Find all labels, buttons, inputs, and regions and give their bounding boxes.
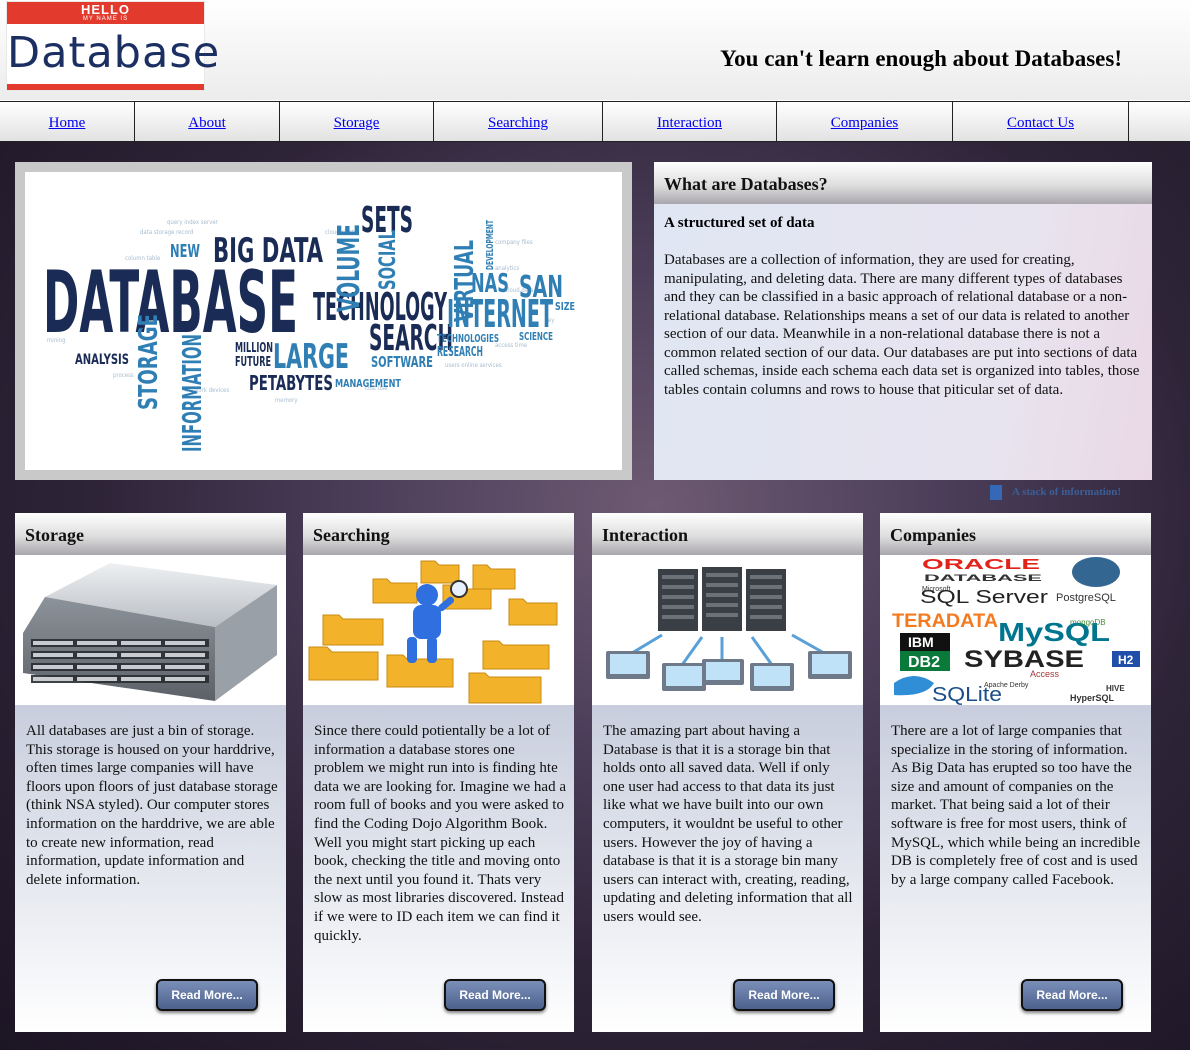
company-logos-collage: ORACLE DATABASE Microsoft SQL Server Pos… [892,556,1140,705]
logo-db2: DB2 [908,654,940,671]
hero-word-cloud-image: data storage record column table query i… [25,172,622,470]
logo-oracle-database: DATABASE [924,573,1042,583]
logo-sybase: SYBASE [964,646,1084,673]
word-cloud-graphic: data storage record column table query i… [43,200,575,452]
panel-body-text: Databases are a collection of informatio… [664,252,1140,398]
logo-mongodb: mongoDB [1070,618,1106,627]
main-nav: Home About Storage Searching Interaction… [0,101,1190,142]
logo-ibm: IBM [908,634,934,650]
word-technologies: TECHNOLOGIES [437,332,499,345]
logo-my-name-is-text: MY NAME IS [82,16,129,22]
card-body-text: All databases are just a bin of storage.… [26,723,278,888]
document-icon [990,485,1002,500]
read-more-button[interactable]: Read More... [733,979,835,1011]
card-title: Companies [880,513,1151,555]
stack-link-text: A stack of information! [1012,486,1122,499]
what-are-databases-panel: What are Databases? A structured set of … [654,162,1152,480]
card-searching: Searching Since there could potientally … [303,513,574,1032]
word-new: NEW [170,241,200,262]
card-title: Storage [15,513,286,555]
svg-text:memory: memory [275,397,298,404]
read-more-button[interactable]: Read More... [156,979,258,1011]
site-header: HELLO MY NAME IS Database You can't lear… [0,0,1190,100]
logo-banner: HELLO MY NAME IS [7,2,204,24]
stack-of-information-link[interactable]: A stack of information! [990,485,1121,500]
word-volume: VOLUME [332,224,367,312]
company-logos-image: ORACLE DATABASE Microsoft SQL Server Pos… [880,555,1151,705]
logo-bottom-band [7,84,204,90]
logo-hypersql: HyperSQL [1070,693,1115,703]
card-title: Interaction [592,513,863,555]
word-software: SOFTWARE [371,353,433,371]
svg-text:users online services: users online services [445,362,502,369]
nav-link-searching[interactable]: Searching [434,102,603,141]
svg-text:data storage record: data storage record [140,229,193,236]
server-rack-image [15,555,286,705]
logo-sqlite: SQLite [932,684,1002,705]
svg-text:access time: access time [495,342,528,349]
nav-link-storage[interactable]: Storage [280,102,434,141]
network-image [592,555,863,705]
svg-text:company files: company files [495,239,533,246]
word-big-data: BIG DATA [213,231,323,271]
svg-text:query index server: query index server [167,219,219,226]
word-storage: STORAGE [134,314,164,410]
card-title: Searching [303,513,574,555]
nav-link-companies[interactable]: Companies [777,102,953,141]
word-science: SCIENCE [519,330,553,343]
logo-sql-server: SQL Server [920,587,1048,607]
logo-oracle: ORACLE [922,556,1040,573]
panel-subtitle: A structured set of data [664,215,815,231]
card-storage: Storage All databases are just a bin of … [15,513,286,1032]
site-logo[interactable]: HELLO MY NAME IS Database [6,1,221,91]
word-research: RESEARCH [437,345,483,360]
word-virtual: VIRTUAL [450,240,480,322]
word-size: SIZE [555,300,575,313]
panel-title: What are Databases? [654,162,1152,204]
card-body-text: Since there could potientally be a lot o… [314,723,566,944]
read-more-button[interactable]: Read More... [1021,979,1123,1011]
logo-hive: HIVE [1106,684,1125,693]
word-large: LARGE [273,337,349,377]
read-more-button[interactable]: Read More... [444,979,546,1011]
word-analysis: ANALYSIS [75,352,129,368]
nav-link-about[interactable]: About [135,102,280,141]
word-development: DEVELOPMENT [485,219,496,270]
nav-link-home[interactable]: Home [0,102,135,141]
logo-postgresql: PostgreSQL [1056,592,1116,604]
hero-image-frame: data storage record column table query i… [15,162,632,480]
word-information: INFORMATION [178,334,208,452]
card-body-text: There are a lot of large companies that … [891,723,1141,888]
server-illustration [23,563,277,701]
word-future: FUTURE [235,355,271,370]
folder-search-image [303,555,574,705]
logo-hello-text: HELLO [80,2,131,17]
word-social: SOCIAL [376,230,401,290]
card-body-text: The amazing part about having a Database… [603,723,853,925]
nav-link-interaction[interactable]: Interaction [603,102,777,141]
nav-link-contact-us[interactable]: Contact Us [953,102,1129,141]
logo-teradata: TERADATA [892,611,998,632]
word-management: MANAGEMENT [335,377,401,390]
folder-search-illustration [308,560,558,704]
logo-h2: H2 [1118,653,1134,667]
network-illustration [606,567,852,691]
svg-text:process: process [113,372,134,379]
card-companies: Companies ORACLE DATABASE Microsoft SQL … [880,513,1151,1032]
card-interaction: Interaction The amazing part about havin… [592,513,863,1032]
logo-wordmark: Database [7,28,221,78]
site-tagline: You can't learn enough about Databases! [720,46,1122,71]
word-million: MILLION [235,341,273,356]
logo-access: Access [1030,669,1060,679]
